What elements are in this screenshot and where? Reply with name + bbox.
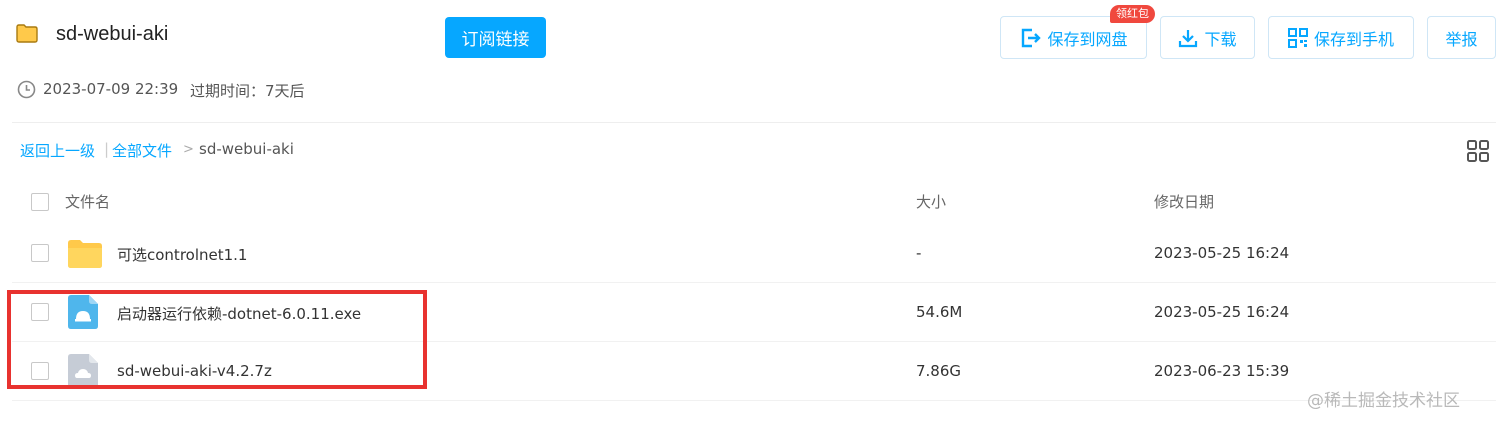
column-header-modified: 修改日期	[1154, 193, 1215, 211]
download-button[interactable]: 下载	[1160, 16, 1255, 59]
file-modified: 2023-05-25 16:24	[1154, 303, 1290, 321]
column-header-size: 大小	[916, 193, 947, 211]
row-divider	[12, 400, 1496, 401]
file-size: 54.6M	[916, 303, 963, 321]
select-all-checkbox[interactable]	[31, 193, 49, 211]
highlight-annotation-box	[7, 290, 427, 389]
breadcrumb-back-link[interactable]: 返回上一级	[20, 140, 95, 161]
save-to-phone-button[interactable]: 保存到手机	[1268, 16, 1414, 59]
breadcrumb-current: sd-webui-aki	[199, 140, 294, 158]
download-label: 下载	[1204, 29, 1237, 49]
share-date: 2023-07-09 22:39	[43, 80, 179, 98]
folder-icon	[68, 240, 102, 268]
page-title: sd-webui-aki	[56, 23, 169, 45]
file-name[interactable]: 可选controlnet1.1	[117, 244, 247, 265]
file-modified: 2023-05-25 16:24	[1154, 244, 1290, 262]
breadcrumb-all-files-link[interactable]: 全部文件	[112, 140, 172, 161]
file-size: -	[916, 244, 922, 262]
file-size: 7.86G	[916, 362, 962, 380]
watermark-text: @稀土掘金技术社区	[1307, 391, 1460, 411]
download-icon	[1179, 29, 1198, 47]
file-modified: 2023-06-23 15:39	[1154, 362, 1290, 380]
grid-view-icon[interactable]	[1466, 139, 1490, 163]
expire-time: 过期时间：7天后	[190, 82, 305, 100]
subscribe-link-button[interactable]: 订阅链接	[445, 17, 546, 58]
column-header-name: 文件名	[65, 193, 111, 211]
save-to-netdisk-icon	[1022, 28, 1042, 47]
qr-code-icon	[1287, 27, 1308, 48]
header-divider	[12, 122, 1496, 123]
row-checkbox[interactable]	[31, 244, 49, 262]
table-row[interactable]: 可选controlnet1.1 - 2023-05-25 16:24	[0, 226, 1512, 282]
save-to-phone-label: 保存到手机	[1313, 29, 1394, 49]
red-packet-badge: 领红包	[1110, 5, 1155, 23]
save-to-netdisk-label: 保存到网盘	[1047, 29, 1128, 49]
report-button[interactable]: 举报	[1427, 16, 1496, 59]
clock-icon	[17, 80, 36, 99]
breadcrumb-arrow: >	[183, 142, 194, 157]
folder-icon	[16, 24, 38, 43]
breadcrumb-separator: |	[104, 140, 110, 158]
